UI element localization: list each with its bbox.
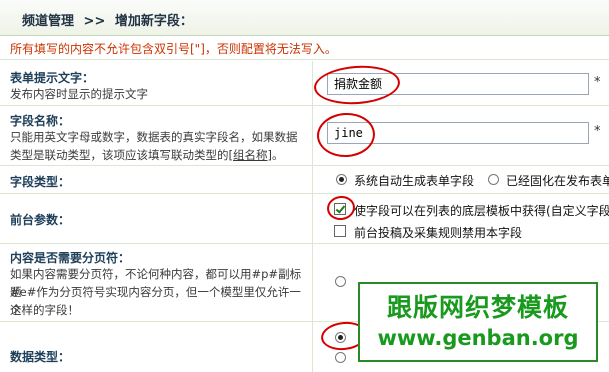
field-name-desc-line1: 只能用英文字母或数字，数据表的真实字段名，如果数据	[10, 130, 298, 144]
notice-text: 所有填写的内容不允许包含双引号["]，否则配置将无法写入。	[0, 36, 609, 60]
required-mark: *	[594, 124, 601, 139]
tip-title: 表单提示文字：	[10, 71, 95, 85]
frontend-title: 前台参数：	[10, 213, 71, 227]
watermark-url: www.genban.org	[377, 326, 579, 350]
watermark-logo: 跟版网织梦模板 www.genban.org	[358, 282, 598, 362]
fixed-form-field-label: 已经固化在发布表单	[506, 174, 609, 188]
row-field-type: 字段类型： 系统自动生成表单字段 已经固化在发布表单	[0, 166, 609, 194]
field-type-title: 字段类型：	[10, 175, 71, 189]
field-name-title: 字段名称：	[10, 114, 71, 128]
row-field-name: 字段名称： 只能用英文字母或数字，数据表的真实字段名，如果数据 类型是联动类型，…	[0, 106, 609, 166]
disable-submit-checkbox[interactable]	[334, 225, 346, 237]
data-type-radio-2[interactable]	[335, 352, 346, 363]
breadcrumb: 频道管理 >> 增加新字段：	[22, 10, 193, 29]
disable-submit-label: 前台投稿及采集规则禁用本字段	[354, 226, 523, 240]
paging-title: 内容是否需要分页符：	[10, 251, 131, 265]
auto-form-field-label: 系统自动生成表单字段	[354, 174, 475, 188]
breadcrumb-channel-manage[interactable]: 频道管理	[22, 14, 74, 29]
row-frontend-params: 前台参数： 使字段可以在列表的底层模板中获得(自定义字段 前台投稿及采集规则禁用…	[0, 194, 609, 244]
paging-radio[interactable]	[335, 276, 346, 287]
field-name-desc-line2: 类型是联动类型，该项应该填写联动类型的[组名称]。	[10, 148, 284, 162]
required-mark: *	[594, 75, 601, 90]
breadcrumb-separator: >>	[83, 14, 106, 29]
list-template-label: 使字段可以在列表的底层模板中获得(自定义字段	[354, 204, 609, 218]
breadcrumb-add-field: 增加新字段：	[114, 14, 193, 29]
group-name-link[interactable]: [组名称]	[229, 148, 272, 162]
watermark-title: 跟版网织梦模板	[386, 293, 569, 322]
data-type-title: 数据类型：	[10, 350, 71, 364]
title-bar: 频道管理 >> 增加新字段：	[0, 0, 609, 36]
fixed-form-field-radio[interactable]	[488, 174, 499, 185]
paging-desc-line3: 这样的字段！	[10, 303, 79, 317]
row-tip-text: 表单提示文字： 发布内容时显示的提示文字 捐款金额 *	[0, 61, 609, 106]
auto-form-field-radio[interactable]	[336, 174, 347, 185]
tip-desc: 发布内容时显示的提示文字	[10, 87, 148, 101]
